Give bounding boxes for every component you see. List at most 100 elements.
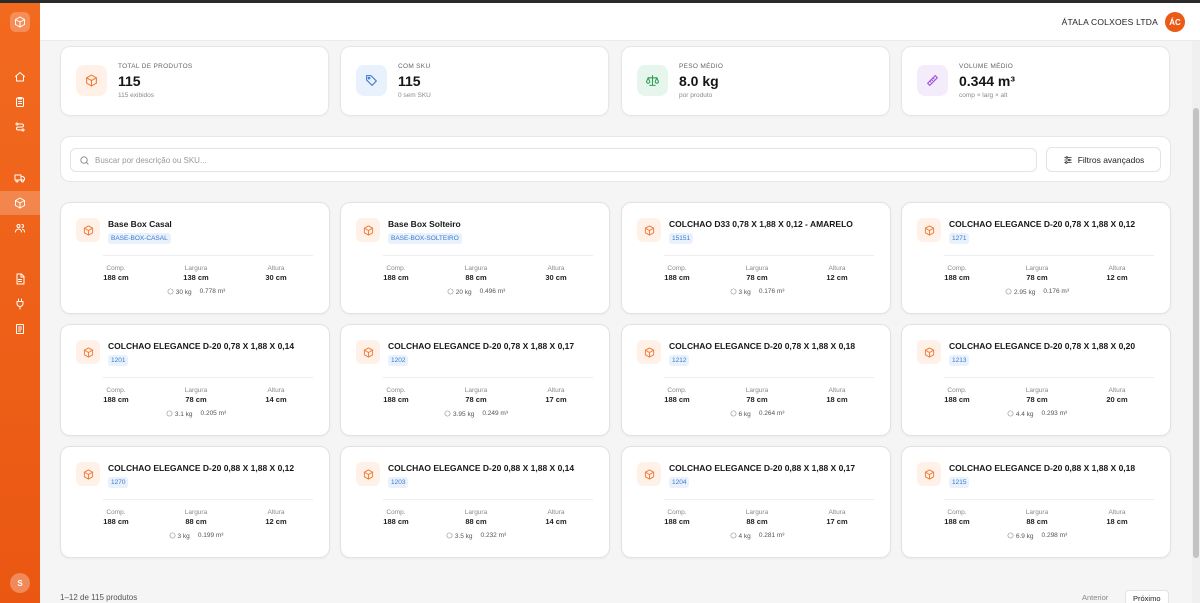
dim-value: 30 cm (265, 273, 287, 282)
product-weight: 4 kg (738, 533, 751, 540)
card-divider (944, 255, 1154, 256)
product-card[interactable]: COLCHAO D33 0,78 X 1,88 X 0,12 - AMARELO… (621, 202, 891, 314)
product-meta: 6.9 kg 0.298 m³ (902, 532, 1172, 540)
dim-value: 88 cm (1026, 517, 1048, 526)
product-volume: 0.249 m³ (482, 410, 508, 417)
dim-value: 30 cm (545, 273, 567, 282)
dim-value: 78 cm (1026, 273, 1048, 282)
weight-meta: 2.95 kg (1005, 288, 1035, 296)
stat-icon-box (76, 65, 107, 96)
dim-value: 12 cm (1106, 273, 1128, 282)
sidebar-item-customers[interactable] (0, 216, 40, 240)
sku-badge: 1202 (388, 355, 409, 366)
clipboard-icon (16, 97, 24, 107)
dim-comp: Comp. 188 cm (927, 508, 987, 527)
sku-badge: 1201 (108, 355, 129, 366)
scrollbar-thumb[interactable] (1193, 108, 1199, 558)
sidebar-item-orders[interactable] (0, 90, 40, 114)
stat-card-weight: PESO MÉDIO 8.0 kg por produto (621, 46, 890, 116)
search-field[interactable] (70, 148, 1037, 172)
sidebar-item-products[interactable] (0, 191, 40, 215)
weight-meta: 20 kg (447, 288, 472, 296)
dim-label: Largura (745, 509, 769, 516)
product-name: COLCHAO ELEGANCE D-20 0,88 X 1,88 X 0,17 (669, 463, 856, 473)
dim-label: Comp. (386, 387, 406, 394)
product-weight: 6 kg (738, 411, 751, 418)
dim-comp: Comp. 188 cm (647, 508, 707, 527)
home-icon (15, 72, 25, 82)
dim-value: 78 cm (465, 395, 487, 404)
dim-label: Largura (184, 387, 208, 394)
dim-larg: Largura 78 cm (1007, 264, 1067, 283)
product-name: COLCHAO ELEGANCE D-20 0,78 X 1,88 X 0,12 (949, 219, 1136, 229)
product-icon-box (76, 340, 100, 364)
dim-alt: Altura 30 cm (246, 264, 306, 283)
company-name[interactable]: ÁTALA COLXOES LTDA (1062, 17, 1158, 27)
dim-label: Comp. (667, 387, 687, 394)
product-card[interactable]: COLCHAO ELEGANCE D-20 0,78 X 1,88 X 0,14… (60, 324, 330, 436)
product-card[interactable]: Base Box Casal BASE-BOX-CASAL Comp. 188 c… (60, 202, 330, 314)
dim-label: Comp. (106, 509, 126, 516)
package-icon (644, 346, 654, 358)
weight-meta: 4 kg (730, 532, 751, 540)
package-icon (363, 224, 373, 236)
weight-icon (730, 532, 736, 539)
product-name: COLCHAO ELEGANCE D-20 0,78 X 1,88 X 0,17 (388, 341, 575, 351)
sidebar-item-routes[interactable] (0, 115, 40, 139)
card-divider (383, 377, 593, 378)
dim-value: 88 cm (465, 517, 487, 526)
stat-card-sku: COM SKU 115 0 sem SKU (340, 46, 609, 116)
dim-larg: Largura 78 cm (1007, 386, 1067, 405)
card-divider (103, 255, 313, 256)
product-card[interactable]: COLCHAO ELEGANCE D-20 0,88 X 1,88 X 0,14… (340, 446, 610, 558)
dim-value: 188 cm (103, 273, 129, 282)
search-icon (80, 156, 89, 165)
product-volume: 0.778 m³ (199, 288, 226, 295)
app-logo[interactable] (10, 12, 30, 32)
sidebar-item-integrations[interactable] (0, 292, 40, 316)
product-card[interactable]: COLCHAO ELEGANCE D-20 0,78 X 1,88 X 0,12… (901, 202, 1171, 314)
package-icon (363, 468, 373, 480)
account-avatar[interactable]: ÁC (1165, 12, 1185, 32)
sidebar-item-reports[interactable] (0, 317, 40, 341)
weight-meta: 6.9 kg (1007, 532, 1034, 540)
previous-page-button[interactable]: Anterior (1075, 590, 1115, 603)
dim-larg: Largura 88 cm (166, 508, 226, 527)
dim-value: 14 cm (545, 517, 567, 526)
product-card[interactable]: Base Box Solteiro BASE-BOX-SOLTEIRO Comp… (340, 202, 610, 314)
product-card[interactable]: COLCHAO ELEGANCE D-20 0,88 X 1,88 X 0,17… (621, 446, 891, 558)
sidebar-item-deliveries[interactable] (0, 166, 40, 190)
product-card[interactable]: COLCHAO ELEGANCE D-20 0,78 X 1,88 X 0,17… (340, 324, 610, 436)
product-weight: 3.95 kg (453, 411, 475, 418)
product-card[interactable]: COLCHAO ELEGANCE D-20 0,78 X 1,88 X 0,20… (901, 324, 1171, 436)
product-weight: 3 kg (177, 533, 190, 540)
dim-value: 188 cm (664, 273, 690, 282)
product-card[interactable]: COLCHAO ELEGANCE D-20 0,88 X 1,88 X 0,18… (901, 446, 1171, 558)
dim-larg: Largura 88 cm (1007, 508, 1067, 527)
dim-value: 188 cm (944, 273, 970, 282)
product-card[interactable]: COLCHAO ELEGANCE D-20 0,78 X 1,88 X 0,18… (621, 324, 891, 436)
dim-larg: Largura 88 cm (446, 264, 506, 283)
dim-value: 78 cm (746, 395, 768, 404)
top-bar: ÁTALA COLXOES LTDA ÁC (40, 3, 1200, 41)
product-weight: 4.4 kg (1015, 411, 1034, 418)
next-page-button[interactable]: Próximo (1125, 590, 1169, 603)
product-meta: 3 kg 0.199 m³ (61, 532, 331, 540)
sidebar-item-documents[interactable] (0, 267, 40, 291)
dim-alt: Altura 18 cm (1087, 508, 1147, 527)
advanced-filters-button[interactable]: Filtros avançados (1046, 147, 1161, 172)
dim-label: Altura (828, 387, 846, 394)
product-card[interactable]: COLCHAO ELEGANCE D-20 0,88 X 1,88 X 0,12… (60, 446, 330, 558)
dim-value: 188 cm (664, 395, 690, 404)
search-input[interactable] (95, 152, 1025, 168)
dim-value: 188 cm (383, 517, 409, 526)
product-icon-box (356, 218, 380, 242)
stat-card-volume: VOLUME MÉDIO 0.344 m³ comp × larg × alt (901, 46, 1170, 116)
sidebar-item-home[interactable] (0, 65, 40, 89)
dim-alt: Altura 12 cm (807, 264, 867, 283)
product-weight: 6.9 kg (1015, 533, 1034, 540)
dim-larg: Largura 78 cm (727, 386, 787, 405)
package-icon (83, 346, 93, 358)
package-icon (83, 468, 93, 480)
user-avatar[interactable]: S (10, 573, 30, 593)
